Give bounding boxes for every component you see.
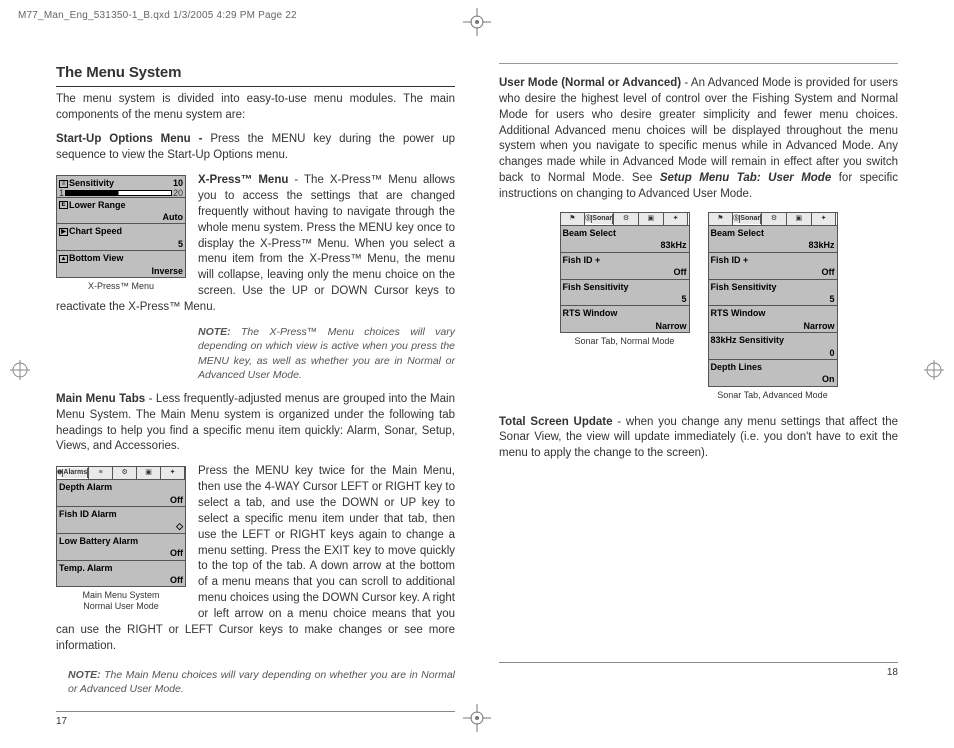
row-val: Off (59, 574, 183, 586)
tab-1: ⚑ (709, 213, 734, 225)
sonar-normal-screenshot: ⚑ⓈSonar⚙▣✦ Beam Select83kHz Fish ID +Off… (560, 212, 690, 333)
xpress-caption: X-Press™ Menu (56, 281, 186, 292)
bar-lo: 1 (59, 187, 64, 199)
tab-alarms: ❶Alarms (57, 467, 89, 479)
row-val: 5 (711, 293, 835, 305)
row-val: Inverse (59, 265, 183, 277)
row-val: ◇ (59, 520, 183, 532)
crop-mark-bottom (463, 704, 491, 732)
crop-mark-left (10, 360, 30, 380)
row-label: Depth Lines (711, 361, 835, 373)
row-val: Off (59, 547, 183, 559)
row-val: 83kHz (711, 239, 835, 251)
main-caption: Main Menu SystemNormal User Mode (56, 590, 186, 612)
alarms-screenshot-wrap: ❶Alarms ≡⚙▣✦ Depth AlarmOff Fish ID Alar… (56, 466, 186, 612)
page-footer-right: 18 (499, 662, 898, 680)
row-label: Fish ID Alarm (59, 508, 183, 520)
xpress-screenshot-wrap: ≡Sensitivity10 120 ELower RangeAuto ▶Cha… (56, 175, 186, 292)
page-left: The Menu System The menu system is divid… (56, 63, 455, 728)
tab-1: ⚑ (561, 213, 586, 225)
note-lead: NOTE: (68, 669, 101, 681)
row-label: Depth Alarm (59, 481, 183, 493)
row-label: Chart Speed (69, 226, 122, 236)
row-label: 83kHz Sensitivity (711, 334, 835, 346)
usermode-label: User Mode (Normal or Advanced) (499, 77, 681, 89)
tab-3: ⚙ (113, 467, 137, 479)
main-tabs-paragraph: Main Menu Tabs - Less frequently-adjuste… (56, 392, 455, 455)
startup-paragraph: Start-Up Options Menu - Press the MENU k… (56, 132, 455, 164)
tab-2: ≡ (89, 467, 113, 479)
tab-4: ▣ (137, 467, 161, 479)
page-right: User Mode (Normal or Advanced) - An Adva… (499, 63, 898, 728)
row-val: 83kHz (563, 239, 687, 251)
row-val: 0 (711, 347, 835, 359)
main-tabs-label: Main Menu Tabs (56, 393, 145, 405)
row-label: Beam Select (563, 227, 687, 239)
row-val: 5 (59, 238, 183, 250)
page-spread: The Menu System The menu system is divid… (0, 23, 954, 748)
row-label: Fish ID + (711, 254, 835, 266)
row-val: Auto (59, 211, 183, 223)
bottom-view-icon: ▲ (59, 255, 68, 263)
row-label: Low Battery Alarm (59, 535, 183, 547)
row-val: On (711, 373, 835, 385)
intro-paragraph: The menu system is divided into easy-to-… (56, 92, 455, 124)
row-label: Beam Select (711, 227, 835, 239)
usermode-text: - An Advanced Mode is provided for users… (499, 77, 898, 184)
sonar-screenshots: ⚑ⓈSonar⚙▣✦ Beam Select83kHz Fish ID +Off… (499, 212, 898, 401)
xpress-screenshot: ≡Sensitivity10 120 ELower RangeAuto ▶Cha… (56, 175, 186, 278)
lower-range-icon: E (59, 201, 68, 209)
bar-hi: 20 (173, 187, 183, 199)
chart-speed-icon: ▶ (59, 228, 68, 236)
usermode-ref: Setup Menu Tab: User Mode (660, 172, 831, 184)
caption-normal: Sonar Tab, Normal Mode (560, 336, 690, 347)
alarms-screenshot: ❶Alarms ≡⚙▣✦ Depth AlarmOff Fish ID Alar… (56, 466, 186, 587)
crop-mark-top (463, 8, 491, 36)
xpress-note: NOTE: The X-Press™ Menu choices will var… (198, 325, 455, 383)
xpress-label: X-Press™ Menu (198, 174, 288, 186)
alarms-tabs: ❶Alarms ≡⚙▣✦ (57, 467, 185, 480)
bar-track (65, 190, 172, 196)
usermode-paragraph: User Mode (Normal or Advanced) - An Adva… (499, 76, 898, 203)
row-val: Narrow (563, 320, 687, 332)
note-lead: NOTE: (198, 326, 231, 338)
caption-advanced: Sonar Tab, Advanced Mode (708, 390, 838, 401)
row-label: Fish Sensitivity (563, 281, 687, 293)
row-label: Lower Range (69, 200, 126, 210)
row-label: Fish Sensitivity (711, 281, 835, 293)
row-label: Temp. Alarm (59, 562, 183, 574)
row-label: Fish ID + (563, 254, 687, 266)
startup-label: Start-Up Options Menu - (56, 133, 202, 145)
row-label: Bottom View (69, 253, 123, 263)
top-rule (499, 63, 898, 64)
tab-5: ✦ (161, 467, 185, 479)
note-body: The Main Menu choices will vary dependin… (68, 669, 455, 695)
row-val: Off (711, 266, 835, 278)
row-val: Off (59, 494, 183, 506)
row-label: Sensitivity (69, 178, 114, 188)
row-label: RTS Window (711, 307, 835, 319)
section-title: The Menu System (56, 63, 455, 87)
row-val: 5 (563, 293, 687, 305)
total-paragraph: Total Screen Update - when you change an… (499, 415, 898, 463)
row-val: Off (563, 266, 687, 278)
row-label: RTS Window (563, 307, 687, 319)
crop-mark-right (924, 360, 944, 380)
tab-sonar: ⓈSonar (585, 213, 614, 225)
tab-sonar: ⓈSonar (733, 213, 762, 225)
note-body: The X-Press™ Menu choices will vary depe… (198, 326, 455, 381)
row-val: Narrow (711, 320, 835, 332)
total-label: Total Screen Update (499, 416, 613, 428)
main-note: NOTE: The Main Menu choices will vary de… (68, 668, 455, 697)
sonar-advanced-screenshot: ⚑ⓈSonar⚙▣✦ Beam Select83kHz Fish ID +Off… (708, 212, 838, 387)
page-footer-left: 17 (56, 711, 455, 729)
